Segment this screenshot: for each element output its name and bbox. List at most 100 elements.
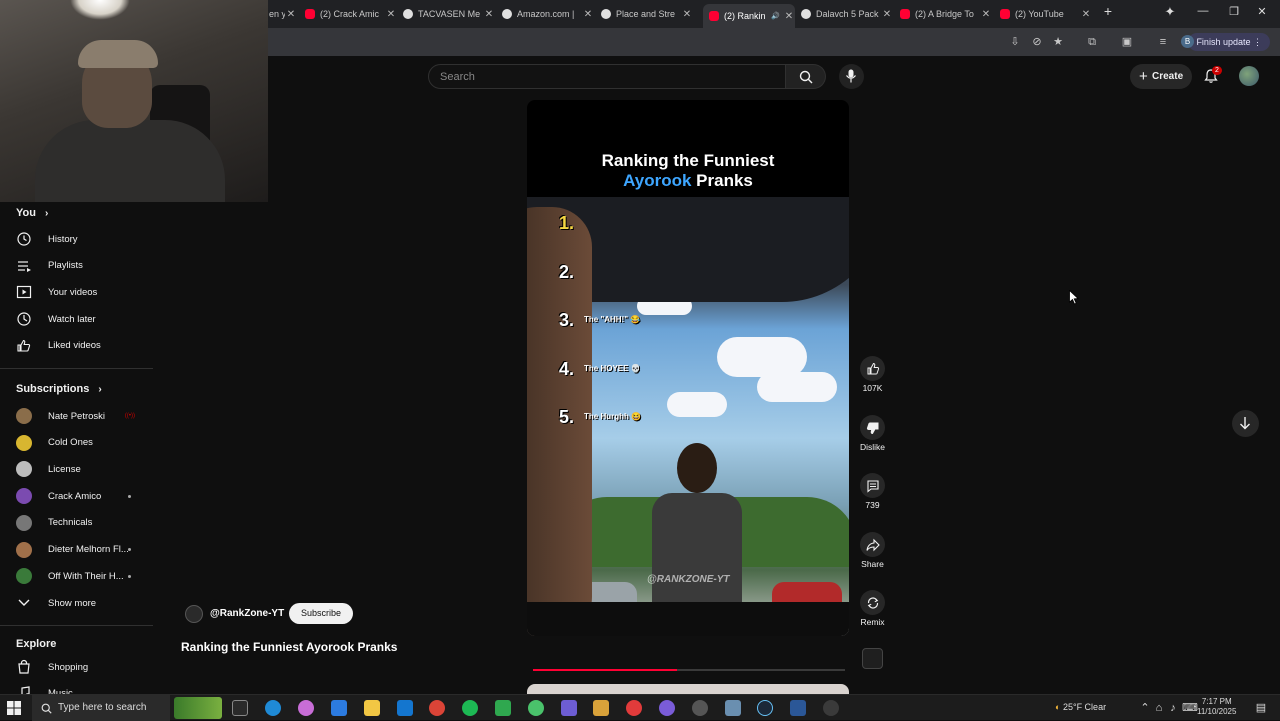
browser-tab[interactable]: (2) Crack Amic ✕ bbox=[305, 4, 397, 24]
browser-tab[interactable]: TACVASEN Me ✕ bbox=[403, 4, 495, 24]
tray-chevron-icon[interactable]: ⌃ bbox=[1138, 701, 1152, 715]
edge-icon[interactable] bbox=[265, 700, 281, 716]
video-progress-bar[interactable] bbox=[533, 669, 845, 671]
app-icon-gray[interactable] bbox=[692, 700, 708, 716]
sidebar-item-playlists[interactable]: Playlists bbox=[16, 256, 151, 276]
browser-tab[interactable]: Amazon.com | ✕ bbox=[502, 4, 594, 24]
taskbar-search-input[interactable]: Type here to search bbox=[32, 695, 170, 721]
app-icon-purple[interactable] bbox=[561, 700, 577, 716]
show-more-button[interactable]: Show more bbox=[16, 593, 151, 613]
video-watermark: @RANKZONE-YT bbox=[647, 574, 730, 585]
close-tab-icon[interactable]: ✕ bbox=[385, 9, 397, 20]
tab-search-icon[interactable]: ▣ bbox=[1120, 35, 1134, 49]
notification-center-icon[interactable]: ▤ bbox=[1254, 701, 1268, 715]
speaker-icon[interactable]: 🔊 bbox=[771, 12, 780, 20]
sidebar-item-your-videos[interactable]: Your videos bbox=[16, 282, 151, 302]
browser-tab[interactable]: (2) A Bridge To ✕ bbox=[900, 4, 992, 24]
system-clock[interactable]: 7:17 PM 11/10/2025 bbox=[1197, 697, 1236, 717]
settings-icon[interactable] bbox=[823, 700, 839, 716]
copilot-icon[interactable] bbox=[298, 700, 314, 716]
app-icon-lime[interactable] bbox=[528, 700, 544, 716]
weather-widget[interactable]: ◐ 25°F Clear bbox=[1055, 702, 1106, 712]
search-button[interactable] bbox=[786, 64, 826, 89]
dislike-button[interactable]: Dislike bbox=[860, 415, 885, 452]
close-tab-icon[interactable]: ✕ bbox=[1080, 9, 1092, 20]
search-icon bbox=[41, 703, 52, 714]
sidebar-subscription-item[interactable]: Off With Their H... bbox=[16, 566, 151, 586]
browser-tab-partial[interactable]: en y ✕ bbox=[269, 4, 297, 24]
chrome-icon[interactable] bbox=[429, 700, 445, 716]
sound-thumbnail[interactable] bbox=[862, 648, 883, 669]
close-tab-icon[interactable]: ✕ bbox=[881, 9, 893, 20]
sidebar-subscriptions-heading[interactable]: Subscriptions › bbox=[16, 383, 102, 395]
file-explorer-icon[interactable] bbox=[364, 700, 380, 716]
finish-update-button[interactable]: Finish update ⋮ bbox=[1188, 33, 1270, 51]
eye-slash-icon[interactable]: ⊘ bbox=[1030, 35, 1044, 49]
close-tab-icon[interactable]: ✕ bbox=[285, 9, 297, 20]
close-tab-icon[interactable]: ✕ bbox=[582, 9, 594, 20]
browser-tab[interactable]: Place and Stre ✕ bbox=[601, 4, 693, 24]
short-video-player[interactable]: Ranking the Funniest Ayorook Pranks 1. 2.… bbox=[527, 100, 849, 636]
app-icon-red[interactable] bbox=[626, 700, 642, 716]
install-app-icon[interactable]: ⇩ bbox=[1008, 35, 1022, 49]
channel-avatar bbox=[16, 408, 32, 424]
next-short-button[interactable] bbox=[1232, 410, 1259, 437]
subscribe-button[interactable]: Subscribe bbox=[289, 603, 353, 624]
taskbar-news-widget[interactable] bbox=[174, 697, 222, 719]
ai-sparkle-icon[interactable]: ✦ bbox=[1160, 4, 1180, 20]
channel-avatar[interactable] bbox=[185, 605, 203, 623]
sidebar-you-heading[interactable]: You › bbox=[16, 207, 48, 219]
close-tab-icon[interactable]: ✕ bbox=[483, 9, 495, 20]
sidebar-subscription-item[interactable]: Cold Ones bbox=[16, 433, 151, 453]
restore-icon[interactable]: ❐ bbox=[1224, 5, 1244, 18]
spotify-icon[interactable] bbox=[462, 700, 478, 716]
sidebar-item-history[interactable]: History bbox=[16, 229, 151, 249]
close-tab-icon[interactable]: ✕ bbox=[783, 11, 795, 22]
sidebar-subscription-item[interactable]: Dieter Melhorn Fl... bbox=[16, 540, 151, 560]
minimize-icon[interactable]: — bbox=[1193, 5, 1213, 17]
browser-tab[interactable]: Dalavch 5 Pack ✕ bbox=[801, 4, 893, 24]
create-button[interactable]: + Create bbox=[1130, 64, 1192, 89]
outlook-icon[interactable] bbox=[397, 700, 413, 716]
windows-start-icon[interactable] bbox=[6, 700, 22, 716]
store-icon[interactable] bbox=[331, 700, 347, 716]
sidebar-subscription-item[interactable]: Crack Amico bbox=[16, 486, 151, 506]
network-icon[interactable]: ⌂ bbox=[1152, 701, 1166, 715]
comments-button[interactable]: 739 bbox=[860, 473, 885, 510]
app-icon-orange[interactable] bbox=[593, 700, 609, 716]
bookmark-star-icon[interactable]: ★ bbox=[1051, 35, 1065, 49]
volume-icon[interactable]: ♪ bbox=[1166, 701, 1180, 715]
sidebar-subscription-item[interactable]: Nate Petroski ((•)) bbox=[16, 406, 151, 426]
channel-name[interactable]: @RankZone-YT bbox=[210, 608, 284, 619]
browser-tab[interactable]: (2) Rankin 🔊 ✕ bbox=[703, 4, 795, 28]
steam-icon[interactable] bbox=[757, 700, 773, 716]
new-tab-icon[interactable]: + bbox=[1098, 3, 1118, 19]
account-avatar[interactable] bbox=[1239, 66, 1259, 86]
task-view-icon[interactable] bbox=[232, 700, 248, 716]
app-icon-violet[interactable] bbox=[659, 700, 675, 716]
sidebar-item-watch-later[interactable]: Watch later bbox=[16, 309, 151, 329]
browser-tab[interactable]: (2) YouTube ✕ bbox=[1000, 4, 1092, 24]
sidebar-subscription-item[interactable]: Technicals bbox=[16, 513, 151, 533]
browser-profile-avatar[interactable]: B bbox=[1181, 35, 1194, 48]
share-button[interactable]: Share bbox=[860, 532, 885, 569]
sidebar-subscription-item[interactable]: License bbox=[16, 459, 151, 479]
search-input[interactable]: Search bbox=[428, 64, 786, 89]
window-close-icon[interactable]: ✕ bbox=[1252, 5, 1272, 18]
sidebar-item-shopping[interactable]: Shopping bbox=[16, 657, 151, 677]
close-tab-icon[interactable]: ✕ bbox=[681, 9, 693, 20]
new-content-dot bbox=[128, 548, 131, 551]
like-button[interactable]: 107K bbox=[860, 356, 885, 393]
sidebar-item-liked-videos[interactable]: Liked videos bbox=[16, 336, 151, 356]
extensions-icon[interactable]: ⧉ bbox=[1085, 35, 1099, 49]
close-tab-icon[interactable]: ✕ bbox=[980, 9, 992, 20]
video-title[interactable]: Ranking the Funniest Ayorook Pranks bbox=[181, 640, 397, 654]
remix-button[interactable]: Remix bbox=[860, 590, 885, 627]
ranking-number: 1. bbox=[559, 213, 575, 233]
media-control-icon[interactable]: ≡ bbox=[1156, 35, 1170, 49]
voice-search-button[interactable] bbox=[839, 64, 864, 89]
app-icon-navy[interactable] bbox=[790, 700, 806, 716]
app-icon-blue[interactable] bbox=[725, 700, 741, 716]
keyboard-icon[interactable]: ⌨ bbox=[1182, 701, 1198, 715]
app-icon-green[interactable] bbox=[495, 700, 511, 716]
